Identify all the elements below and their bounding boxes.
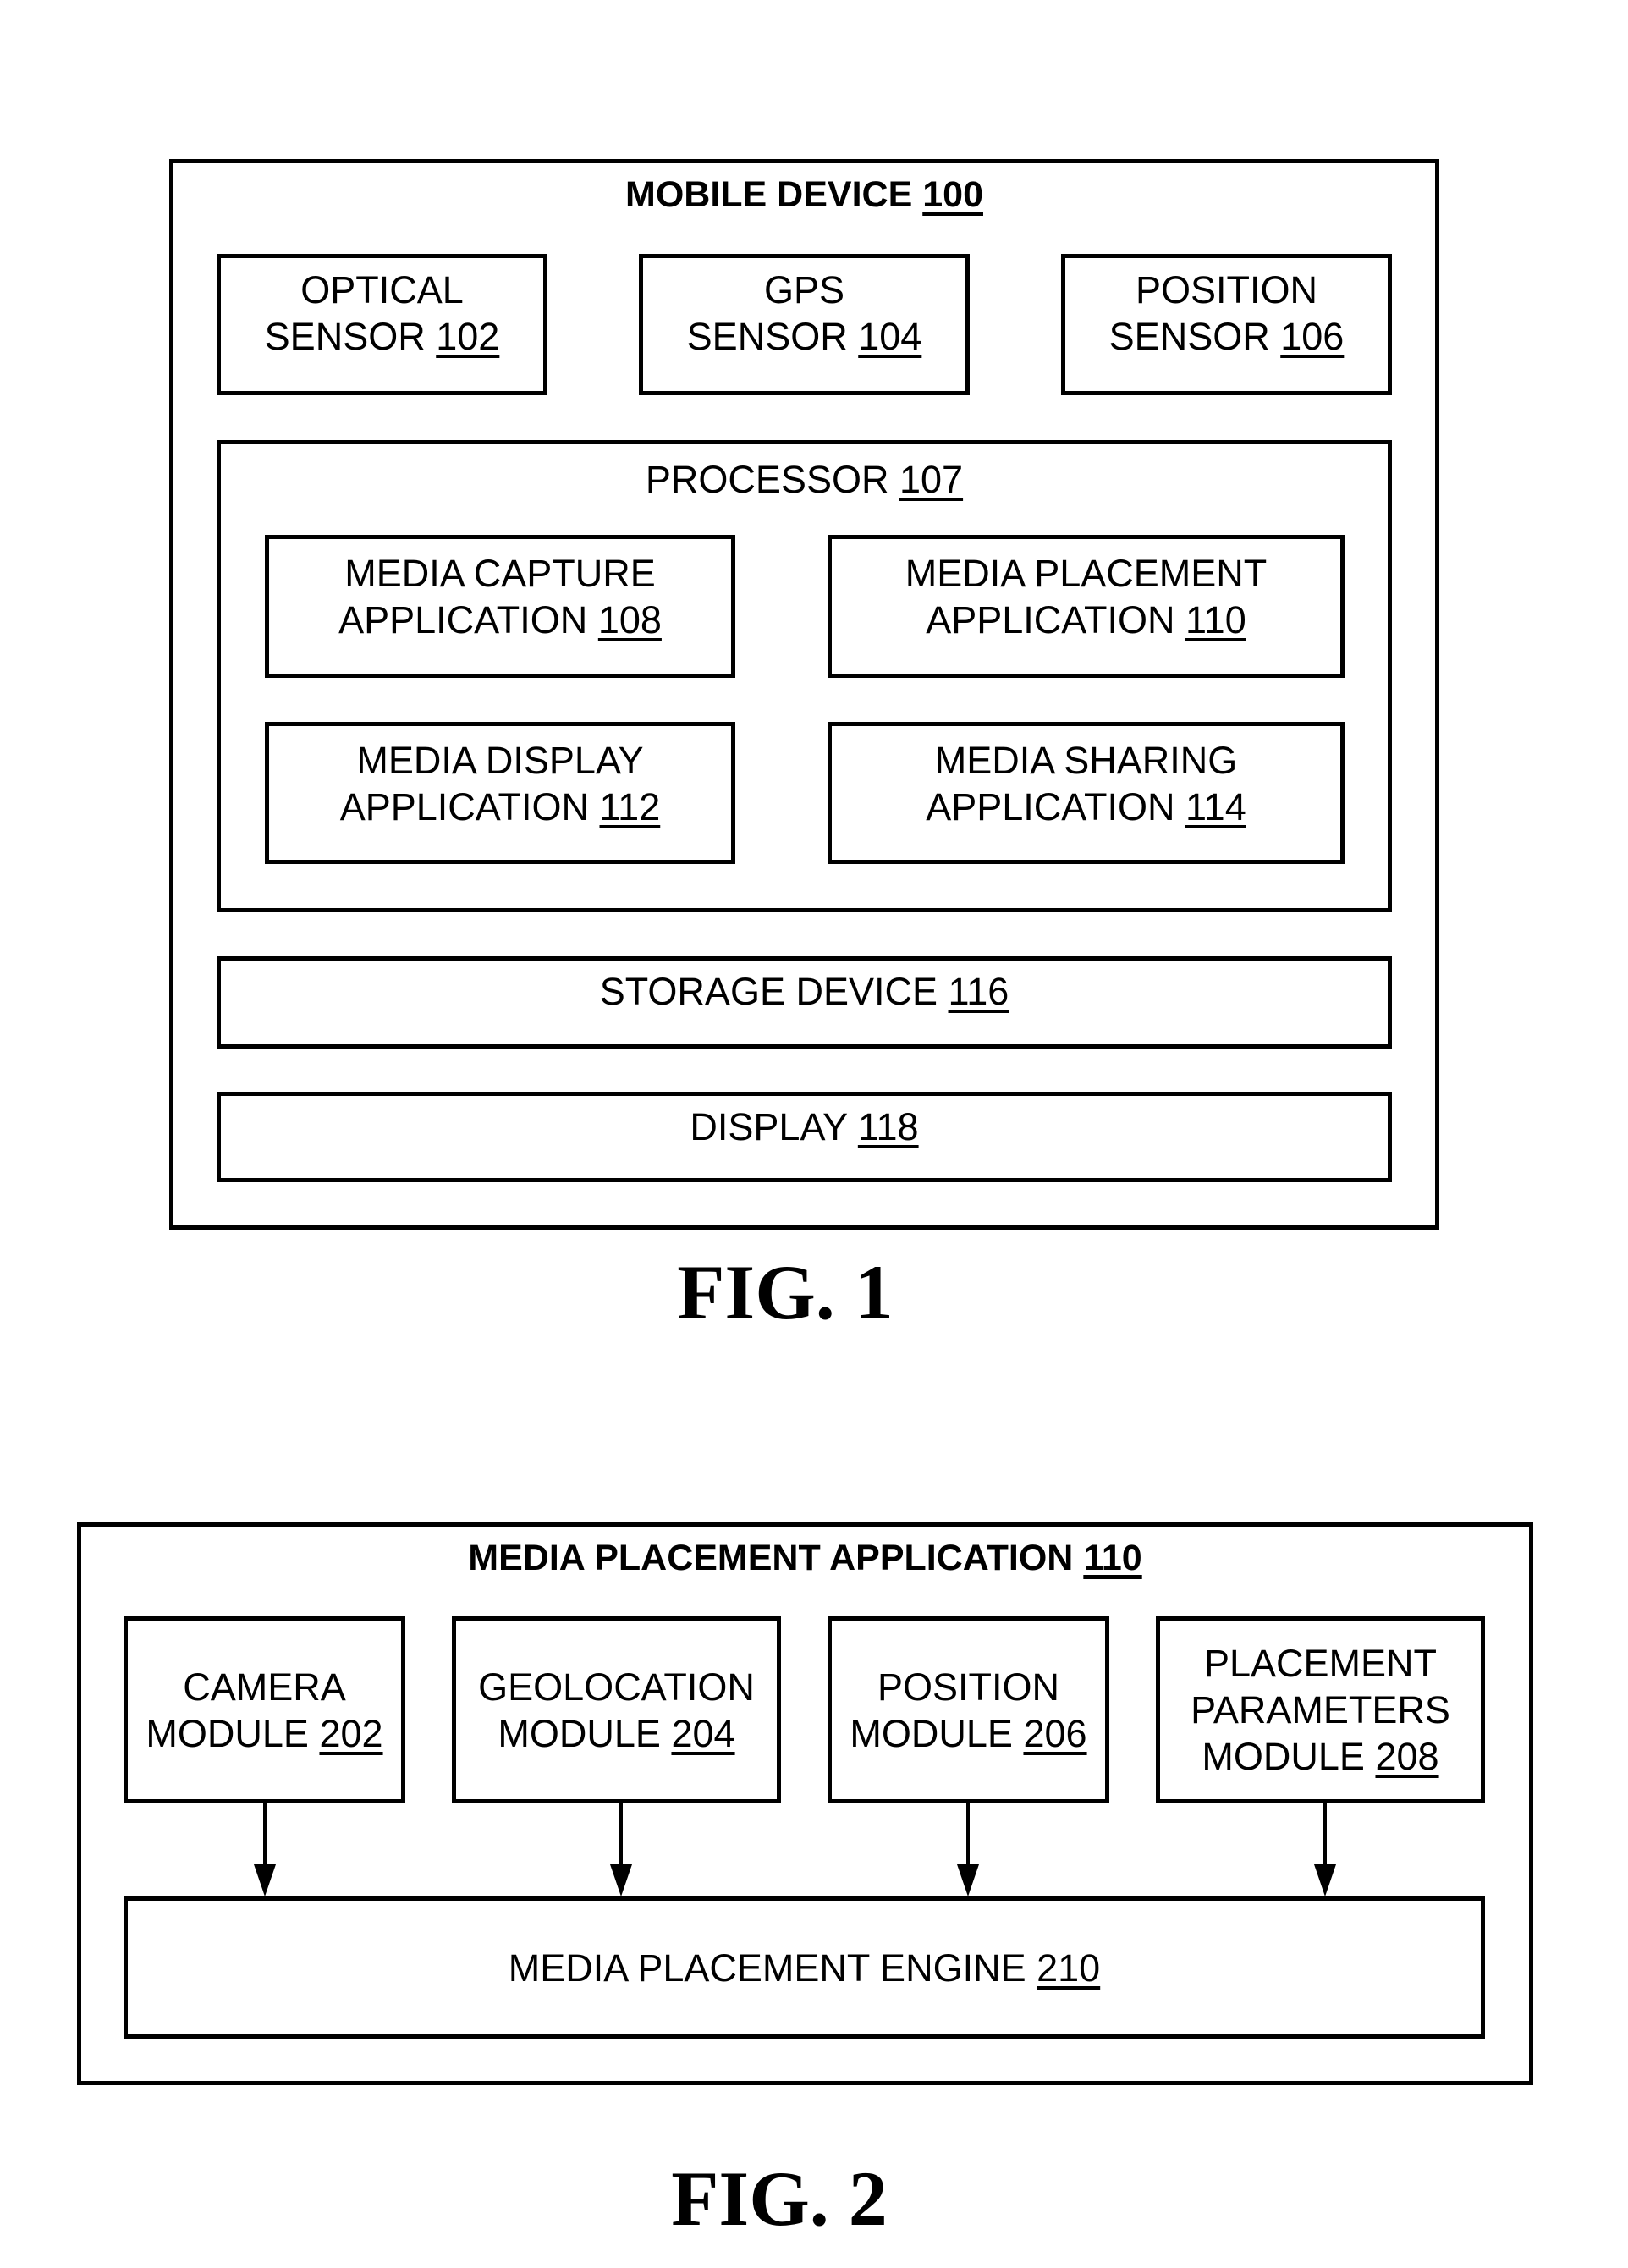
arrowhead-icon bbox=[1314, 1864, 1336, 1896]
figure-2-caption: FIG. 2 bbox=[671, 2155, 888, 2242]
arrow-geolocation-to-engine bbox=[610, 1803, 632, 1896]
arrow-position-to-engine bbox=[957, 1803, 979, 1896]
arrows-layer bbox=[254, 1803, 1336, 1896]
arrowhead-icon bbox=[254, 1864, 276, 1896]
arrow-camera-to-engine bbox=[254, 1803, 276, 1896]
arrowhead-icon bbox=[610, 1864, 632, 1896]
arrow-placement-parameters-to-engine bbox=[1314, 1803, 1336, 1896]
arrowhead-icon bbox=[957, 1864, 979, 1896]
